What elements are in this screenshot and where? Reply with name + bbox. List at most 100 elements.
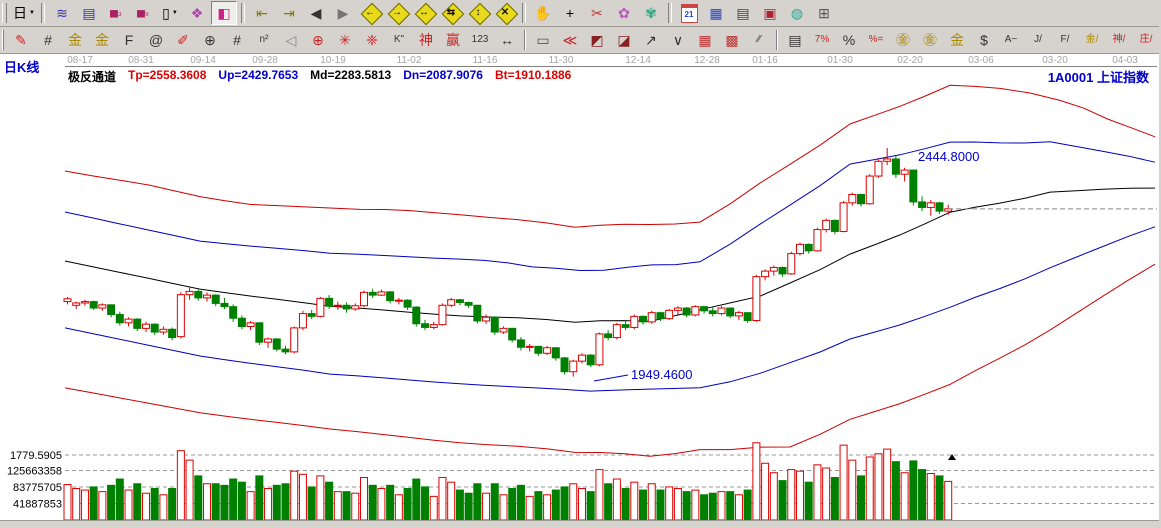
multi-grid-3-icon[interactable]: ▅₃ [103,1,129,25]
channel-line-Md [65,188,1155,322]
web-update-icon[interactable]: ◍ [784,1,810,25]
width-measure-icon[interactable]: ↔ [494,28,520,52]
volume-bar [796,471,803,520]
percent-icon[interactable]: % [836,28,862,52]
crosshair-icon[interactable]: + [557,1,583,25]
circle-ruler-icon[interactable]: ⊕ [197,28,223,52]
volume-profile-icon[interactable]: ◧ [211,1,237,25]
j-line-icon[interactable]: J/ [1025,28,1051,52]
swap-icon[interactable]: ⇆ [438,1,464,25]
spiral-icon[interactable]: @ [143,28,169,52]
channel-line-Dn [65,227,1155,391]
date-tick: 09-14 [190,55,216,66]
shen-diagonal-icon[interactable]: 神/ [1106,28,1132,52]
candle-body [456,300,463,303]
candle-body [395,300,402,301]
candle-body [570,361,577,372]
candle-body [814,230,821,251]
gold-diagonal-icon[interactable]: 金/ [1079,28,1105,52]
wave-icon[interactable]: A~ [998,28,1024,52]
grid2-icon[interactable]: ▩ [719,28,745,52]
prev-bar-icon[interactable]: ◀ [303,1,329,25]
volume-bar [334,492,341,520]
kline-mark-icon[interactable]: K" [386,28,412,52]
rect-tool-icon[interactable]: ▭ [530,28,556,52]
volume-bar [64,485,71,520]
ying-icon[interactable]: 赢 [440,28,466,52]
shen-icon[interactable]: 神 [413,28,439,52]
price-flag-icon[interactable]: $ [971,28,997,52]
zoom-vertical-icon[interactable]: ↕ [465,1,491,25]
candle-body [666,310,673,318]
calculator-icon[interactable]: ▦ [703,1,729,25]
order-transfer-icon[interactable]: ⊞ [811,1,837,25]
percent-line-icon[interactable]: 7% [809,28,835,52]
boxed-star-icon[interactable]: ❈ [359,28,385,52]
pattern-icon[interactable]: ❖ [184,1,210,25]
volume-bar [674,488,681,520]
draw-brush-icon[interactable]: ✎ [8,28,34,52]
volume-bar [605,484,612,520]
numbers-icon[interactable]: 123 [467,28,493,52]
plain-ruler-icon[interactable]: # [224,28,250,52]
coin2-icon[interactable]: ㊎ [917,28,943,52]
boxed-fan2-icon[interactable]: ◪ [611,28,637,52]
pennant-icon[interactable]: ◁ [278,28,304,52]
cut-icon[interactable]: ✂ [584,1,610,25]
last-bar-icon[interactable]: ⇥ [276,1,302,25]
candle-body [648,313,655,322]
toolbar-grip2[interactable] [2,30,4,50]
exponent-icon[interactable]: n² [251,28,277,52]
candle-body [352,306,359,309]
ray-icon[interactable]: ↗ [638,28,664,52]
hatch-icon[interactable]: ⁄⁄ [746,28,772,52]
multi-grid-9-icon[interactable]: ▅₉ [130,1,156,25]
overlay-chart-icon[interactable]: ≋ [49,1,75,25]
price-annotation: 2444.8000 [918,149,979,164]
gold-level-icon[interactable]: 金 [944,28,970,52]
period-selector[interactable]: 日▼ [11,1,37,25]
candle-body [212,295,219,303]
volume-bar [212,484,219,520]
gold-measure-icon[interactable]: 金 [62,28,88,52]
brush2-icon[interactable]: ✐ [170,28,196,52]
calendar-icon[interactable]: 21 [676,1,702,25]
fib-ruler-icon[interactable]: F [116,28,142,52]
starburst-icon[interactable]: ✳ [332,28,358,52]
candle-body [81,302,88,303]
grid-icon[interactable]: ▦ [692,28,718,52]
first-bar-icon[interactable]: ⇤ [249,1,275,25]
zoom-reset-icon[interactable]: ✕ [492,1,518,25]
knot-icon[interactable]: ✿ [611,1,637,25]
volume-axis-label: 41887853 [13,499,62,511]
percent-level-icon[interactable]: %= [863,28,889,52]
symbol-name: 上证指数 [1097,70,1149,85]
candle-type-selector[interactable]: ▯▼ [157,1,183,25]
kline-chart[interactable]: 1779.590512566335883775705418878532444.8… [0,66,1161,521]
candle-body [526,346,533,347]
notes-icon[interactable]: ▤ [730,1,756,25]
toolbar-grip[interactable] [2,3,7,23]
zoom-left-icon[interactable]: ← [357,1,383,25]
volume-bar [718,492,725,520]
zoom-right-icon[interactable]: → [384,1,410,25]
save-icon[interactable]: ▣ [757,1,783,25]
bottom-window-strip [0,520,1159,528]
gann-fan-icon[interactable]: ≪ [557,28,583,52]
coin-icon[interactable]: ㊎ [890,28,916,52]
boxed-fan-icon[interactable]: ◩ [584,28,610,52]
zhuang-diagonal-icon[interactable]: 庄/ [1133,28,1159,52]
ruler-grid-icon[interactable]: # [35,28,61,52]
gold-measure2-icon[interactable]: 金 [89,28,115,52]
zigzag-icon[interactable]: ∨ [665,28,691,52]
target-icon[interactable]: ⊕ [305,28,331,52]
pan-hand-icon[interactable]: ✋ [530,1,556,25]
zoom-horizontal-icon[interactable]: ↔ [411,1,437,25]
stats-list-icon[interactable]: ▤ [782,28,808,52]
brain-icon[interactable]: ✾ [638,1,664,25]
date-tick: 03-20 [1042,55,1068,66]
candle-body [448,300,455,306]
info-panel-icon[interactable]: ▤ [76,1,102,25]
f-line-icon[interactable]: F/ [1052,28,1078,52]
next-bar-icon[interactable]: ▶ [330,1,356,25]
